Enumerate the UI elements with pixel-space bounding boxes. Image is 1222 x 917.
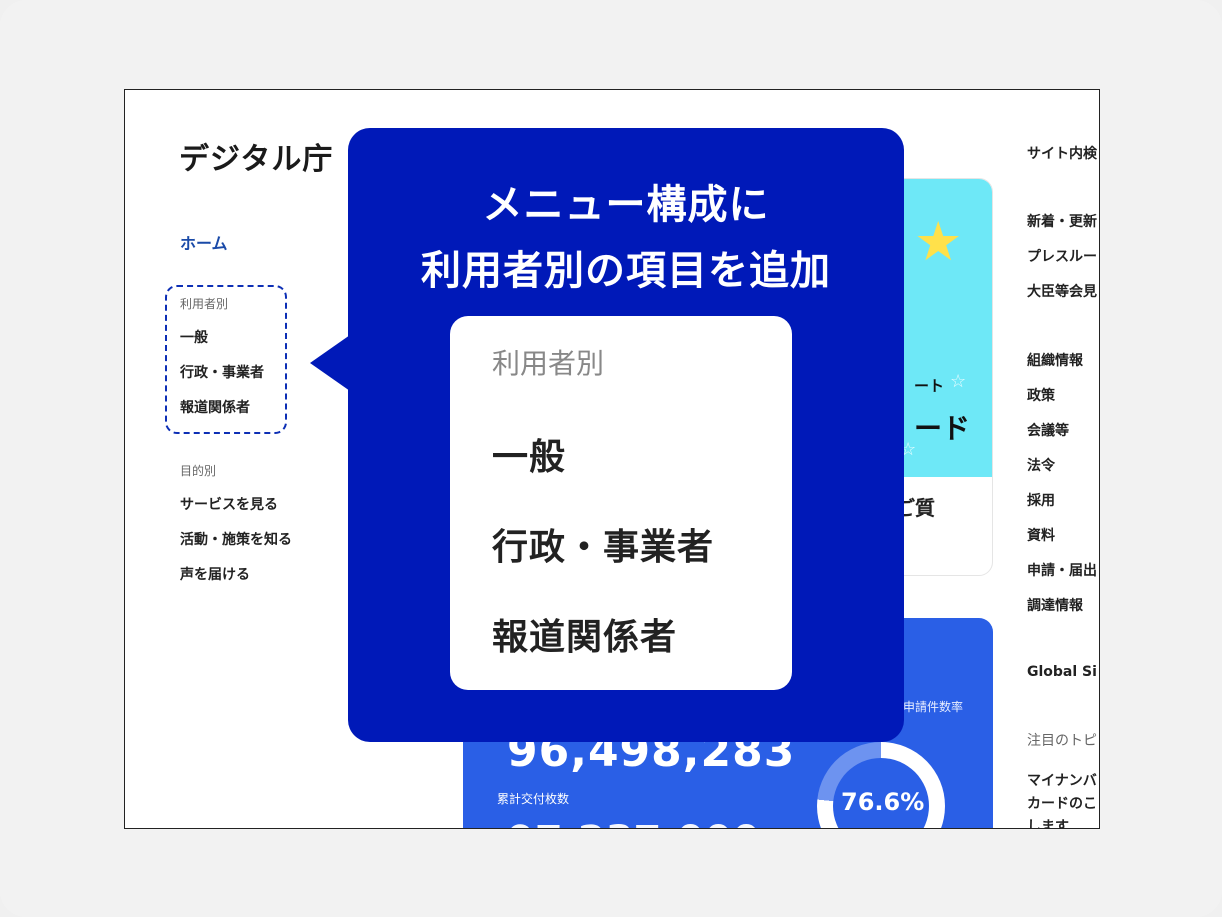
nav-item-general[interactable]: 一般 (180, 327, 208, 347)
right-nav-global-site[interactable]: Global Si (1027, 664, 1097, 680)
right-nav-item[interactable]: 法令 (1027, 455, 1055, 475)
zoomed-item-general: 一般 (492, 437, 567, 478)
star-icon: ★ (914, 210, 963, 273)
zoomed-item-government-business: 行政・事業者 (492, 527, 715, 568)
right-nav-item[interactable]: 新着・更新 (1027, 211, 1097, 231)
right-nav-item[interactable]: 大臣等会見 (1027, 281, 1097, 301)
nav-home-link[interactable]: ホーム (180, 230, 228, 254)
right-topic-line[interactable]: します (1027, 816, 1069, 828)
right-nav-item[interactable]: 政策 (1027, 385, 1055, 405)
right-nav-item[interactable]: 採用 (1027, 490, 1055, 510)
zoomed-menu-panel: 利用者別 一般 行政・事業者 報道関係者 (450, 316, 792, 690)
nav-item-feedback[interactable]: 声を届ける (180, 564, 250, 584)
rate-donut-value: 76.6% (841, 788, 925, 816)
right-topic-line[interactable]: マイナンバ (1027, 770, 1097, 790)
stat-secondary-number: 97,237,000 (507, 818, 760, 828)
right-topic-line[interactable]: カードのこ (1027, 793, 1097, 813)
nav-item-services[interactable]: サービスを見る (180, 494, 278, 514)
nav-item-press[interactable]: 報道関係者 (180, 397, 250, 417)
right-nav-item[interactable]: 調達情報 (1027, 595, 1083, 615)
zoomed-item-press: 報道関係者 (492, 617, 678, 658)
star-icon: ☆ (950, 371, 967, 392)
hero-label-small: ート (914, 377, 945, 395)
right-nav-item[interactable]: プレスルー (1027, 246, 1097, 266)
right-nav-item[interactable]: 組織情報 (1027, 350, 1083, 370)
callout-bubble: メニュー構成に 利用者別の項目を追加 利用者別 一般 行政・事業者 報道関係者 (348, 128, 904, 742)
rate-label: 申請件数率 (903, 700, 964, 714)
nav-item-government-business[interactable]: 行政・事業者 (180, 362, 264, 382)
right-nav-item[interactable]: 資料 (1027, 525, 1055, 545)
stat-main-label: 累計交付枚数 (497, 792, 570, 806)
callout-pointer (310, 335, 350, 391)
right-nav-item[interactable]: 申請・届出 (1027, 560, 1097, 580)
nav-item-activities[interactable]: 活動・施策を知る (180, 529, 292, 549)
zoomed-section-label: 利用者別 (492, 347, 605, 380)
right-topics-label: 注目のトピ (1027, 733, 1097, 749)
right-nav-item[interactable]: サイト内検 (1027, 143, 1097, 163)
hero-label-large: ード (914, 412, 971, 445)
site-logo[interactable]: デジタル庁 (179, 134, 333, 178)
nav-section-by-purpose: 目的別 (180, 464, 217, 478)
callout-title-line2: 利用者別の項目を追加 (421, 248, 831, 294)
nav-section-by-user: 利用者別 (180, 297, 229, 311)
right-nav-item[interactable]: 会議等 (1027, 420, 1069, 440)
callout-title-line1: メニュー構成に (482, 182, 770, 228)
